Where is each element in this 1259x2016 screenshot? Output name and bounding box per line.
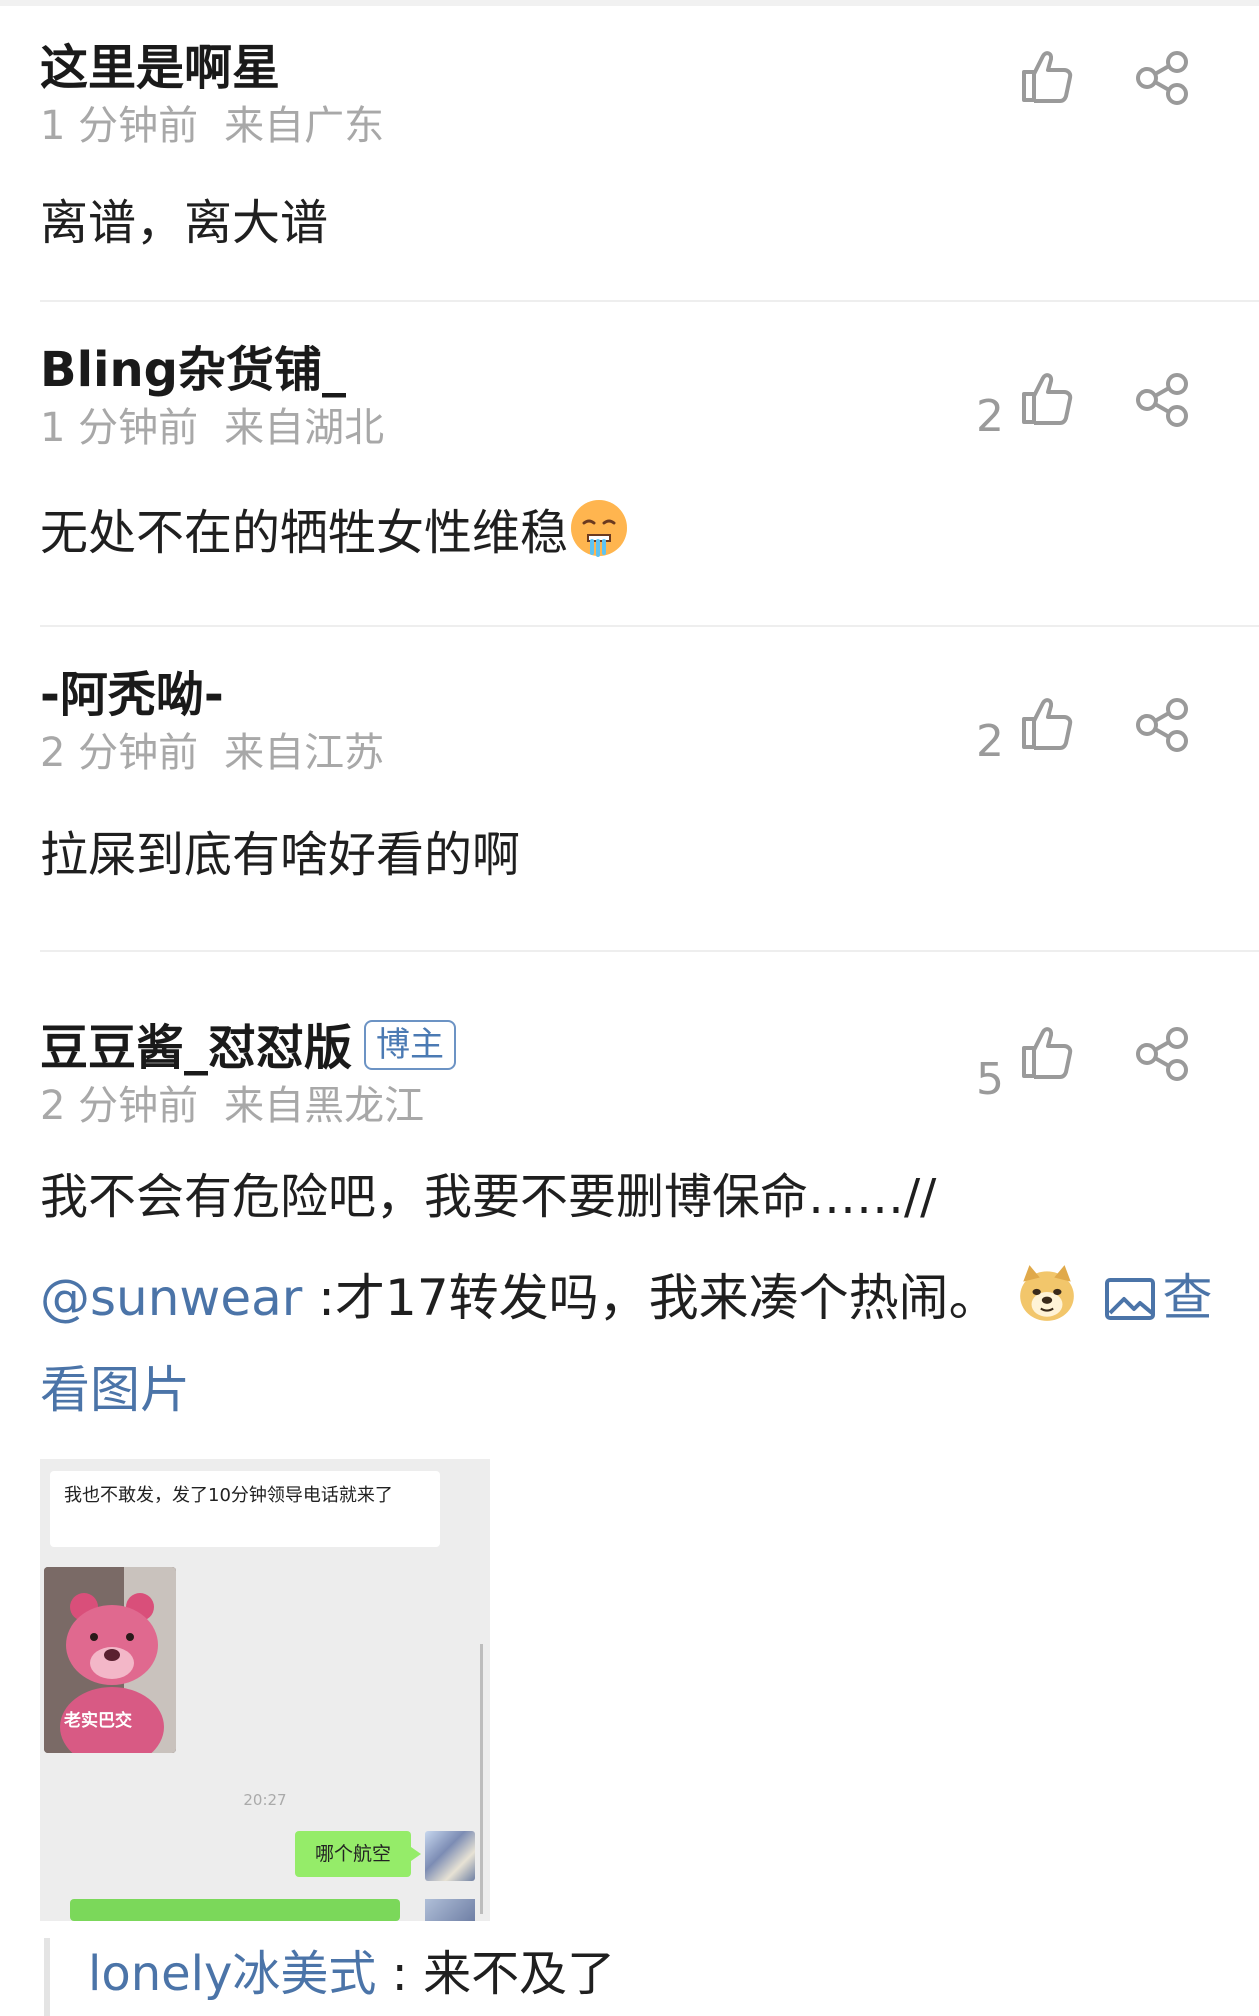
thumbs-up-icon[interactable] [1018, 48, 1074, 104]
comment-time: 1 分钟前 [40, 103, 199, 149]
comment-item[interactable]: 豆豆酱_怼怼版 博主 2 分钟前 来自黑龙江 5 我不会有危险吧，我要不要删博保命…… [0, 952, 1259, 2016]
comment-location: 来自江苏 [224, 730, 385, 776]
comment-location: 来自广东 [224, 103, 385, 149]
comment-item[interactable]: Bling杂货铺_ 1 分钟前 来自湖北 2 无处不在的牺牲女性维稳 [0, 302, 1259, 627]
mention-link[interactable]: @sunwear [40, 1269, 302, 1327]
repost-text: @sunwear :才17转发吗，我来凑个热闹。 查看图片 [40, 1252, 1220, 1436]
doge-emoji-icon [1019, 1265, 1074, 1321]
comment-time: 1 分钟前 [40, 405, 199, 451]
thumbs-up-icon[interactable] [1018, 1024, 1074, 1080]
repost-content: :才17转发吗，我来凑个热闹。 [302, 1269, 999, 1327]
image-scrollbar [480, 1644, 483, 1914]
chat-bubble-sent-partial [70, 1899, 400, 1921]
like-count: 2 [976, 716, 1004, 767]
like-count: 2 [976, 391, 1004, 442]
sub-reply[interactable]: lonely冰美式 : 来不及了 [44, 1938, 615, 2016]
like-count: 5 [976, 1054, 1004, 1105]
avatar [425, 1831, 475, 1881]
comment-username[interactable]: Bling杂货铺_ [40, 340, 346, 400]
share-icon[interactable] [1133, 50, 1191, 106]
thumbs-up-icon[interactable] [1018, 695, 1074, 751]
chat-bubble-received: 我也不敢发，发了10分钟领导电话就来了 [50, 1471, 440, 1547]
comment-username-text[interactable]: 豆豆酱_怼怼版 [40, 1020, 352, 1076]
chat-timestamp: 20:27 [243, 1791, 287, 1809]
comment-username[interactable]: 这里是啊星 [40, 38, 280, 98]
comment-text: 离谱，离大谱 [40, 195, 329, 251]
bear-photo: 老实巴交 [44, 1567, 176, 1753]
thumbs-up-icon[interactable] [1018, 370, 1074, 426]
comment-meta: 1 分钟前 来自广东 [40, 100, 384, 152]
reply-separator: : [376, 1946, 424, 2002]
author-badge: 博主 [364, 1020, 457, 1070]
reply-username[interactable]: lonely冰美式 [88, 1946, 376, 2002]
chat-bubble-sent: 哪个航空 [295, 1831, 421, 1877]
comment-text: 我不会有危险吧，我要不要删博保命……// [40, 1169, 937, 1225]
comment-location: 来自黑龙江 [224, 1083, 425, 1129]
photo-caption: 老实巴交 [64, 1711, 132, 1731]
comment-time: 2 分钟前 [40, 730, 199, 776]
attached-image[interactable]: 我也不敢发，发了10分钟领导电话就来了 老实巴交 20:27 哪个航空 [40, 1459, 490, 1921]
share-icon[interactable] [1133, 1026, 1191, 1082]
avatar [425, 1899, 475, 1921]
comment-username[interactable]: -阿秃呦- [40, 665, 224, 725]
comment-meta: 1 分钟前 来自湖北 [40, 402, 384, 454]
comment-meta: 2 分钟前 来自黑龙江 [40, 1080, 424, 1132]
comment-location: 来自湖北 [224, 405, 385, 451]
share-icon[interactable] [1133, 372, 1191, 428]
comment-meta: 2 分钟前 来自江苏 [40, 727, 384, 779]
comment-text: 拉屎到底有啥好看的啊 [40, 827, 521, 883]
comment-text-content: 无处不在的牺牲女性维稳 [40, 505, 569, 561]
comment-time: 2 分钟前 [40, 1083, 199, 1129]
reply-text: 来不及了 [423, 1946, 616, 2002]
comment-text: 无处不在的牺牲女性维稳 [40, 497, 630, 566]
share-icon[interactable] [1133, 697, 1191, 753]
hot-face-emoji-icon [571, 500, 628, 557]
comment-item[interactable]: -阿秃呦- 2 分钟前 来自江苏 2 拉屎到底有啥好看的啊 [0, 627, 1259, 952]
comment-item[interactable]: 这里是啊星 1 分钟前 来自广东 离谱，离大谱 [0, 0, 1259, 302]
image-icon[interactable] [1104, 1277, 1156, 1321]
comment-username[interactable]: 豆豆酱_怼怼版 博主 [40, 1018, 457, 1078]
